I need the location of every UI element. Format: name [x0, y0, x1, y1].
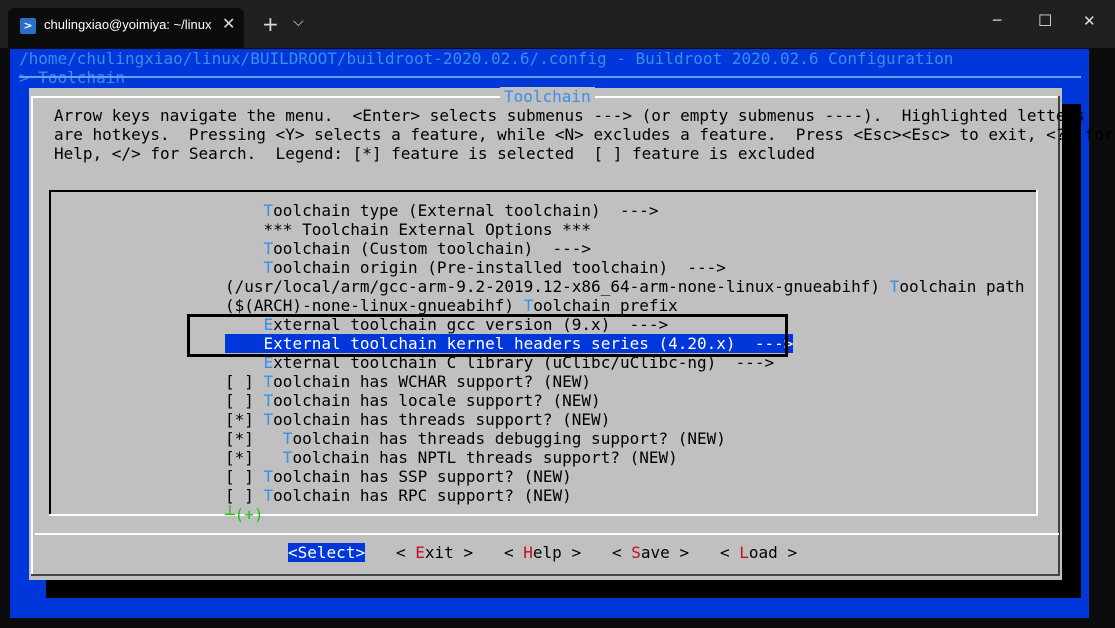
close-window-button[interactable]: ✕	[1083, 12, 1096, 30]
menu-item-label: oolchain has threads debugging support? …	[292, 429, 726, 448]
menu-item-hotkey: T	[263, 258, 274, 277]
menu-item-label: oolchain has RPC support? (NEW)	[273, 486, 572, 505]
menu-item-hotkey: T	[282, 429, 293, 448]
save-button[interactable]: < Save >	[612, 543, 689, 562]
dialog-border-left	[31, 96, 33, 576]
btn-post: oad >	[748, 543, 798, 562]
menu-item-hotkey: T	[889, 277, 900, 296]
btn-post: ave >	[640, 543, 690, 562]
dialog-border-right	[1058, 96, 1060, 576]
menu-border-left	[49, 190, 51, 516]
btn-post: elect>	[307, 543, 366, 562]
menu-item-hotkey: T	[263, 391, 274, 410]
menu-item[interactable]: ($(ARCH)-none-linux-gnueabihf) Toolchain…	[225, 296, 678, 315]
btn-pre: <	[720, 543, 740, 562]
menu-item-label: oolchain has SSP support? (NEW)	[273, 467, 572, 486]
menu-item[interactable]: [*] Toolchain has threads support? (NEW)	[225, 410, 610, 429]
menu-item[interactable]: [ ] Toolchain has RPC support? (NEW)	[225, 486, 572, 505]
menu-item-label: oolchain has NPTL threads support? (NEW)	[292, 448, 678, 467]
btn-pre: <	[288, 543, 298, 562]
menu-item-label: oolchain type (External toolchain) --->	[273, 201, 659, 220]
dialog-title: Toolchain	[500, 87, 595, 106]
help-line: Help, </> for Search. Legend: [*] featur…	[54, 144, 815, 163]
menu-item[interactable]: [*] Toolchain has threads debugging supp…	[225, 429, 726, 448]
config-path-header: /home/chulingxiao/linux/BUILDROOT/buildr…	[19, 49, 954, 68]
menu-item[interactable]: *** Toolchain External Options ***	[225, 220, 592, 239]
menu-item-prefix: [ ]	[225, 391, 264, 410]
menu-item-prefix: [ ]	[225, 467, 264, 486]
menu-item-label: oolchain has locale support? (NEW)	[273, 391, 601, 410]
menu-border-right	[1036, 190, 1038, 516]
menu-item[interactable]: Toolchain origin (Pre-installed toolchai…	[225, 258, 726, 277]
btn-post: elp >	[532, 543, 582, 562]
tab-title: chulingxiao@yoimiya: ~/linux	[44, 17, 212, 32]
menu-item-prefix: [*]	[225, 410, 264, 429]
btn-hotkey: S	[297, 543, 308, 562]
exit-button[interactable]: < Exit >	[396, 543, 473, 562]
menu-item-hotkey: T	[263, 239, 274, 258]
dialog-border-bottom	[31, 574, 1060, 576]
btn-pre: <	[396, 543, 416, 562]
menu-item-hotkey: T	[263, 372, 274, 391]
help-line: Arrow keys navigate the menu. <Enter> se…	[54, 106, 1085, 125]
menu-item-label: oolchain has WCHAR support? (NEW)	[273, 372, 592, 391]
btn-post: xit >	[424, 543, 474, 562]
annotation-highlight-box	[187, 314, 788, 357]
menu-item[interactable]: [ ] Toolchain has WCHAR support? (NEW)	[225, 372, 591, 391]
menu-item-hotkey: T	[263, 201, 274, 220]
menu-item-prefix: [ ]	[225, 372, 264, 391]
minimize-button[interactable]: ─	[993, 13, 1001, 29]
menu-item-label: oolchain prefix	[533, 296, 678, 315]
menu-item-label: oolchain (Custom toolchain) --->	[273, 239, 592, 258]
help-line: are hotkeys. Pressing <Y> selects a feat…	[54, 125, 1114, 144]
terminal-tab[interactable]: > chulingxiao@yoimiya: ~/linux ✕	[8, 8, 244, 48]
btn-hotkey: L	[739, 543, 749, 562]
menu-item[interactable]: [ ] Toolchain has locale support? (NEW)	[225, 391, 601, 410]
window-titlebar: > chulingxiao@yoimiya: ~/linux ✕ + ⌵ ─ ☐…	[0, 0, 1115, 48]
menu-item[interactable]: (/usr/local/arm/gcc-arm-9.2-2019.12-x86_…	[225, 277, 1025, 296]
button-separator	[35, 533, 1059, 535]
btn-pre: <	[504, 543, 524, 562]
tab-dropdown-icon[interactable]: ⌵	[293, 14, 304, 30]
more-items-indicator: ┴(+)	[225, 505, 264, 524]
menu-item-prefix	[225, 220, 264, 239]
load-button[interactable]: < Load >	[720, 543, 797, 562]
menu-item-hotkey: T	[263, 467, 274, 486]
menu-item-hotkey: T	[263, 486, 274, 505]
menu-item-label: *** Toolchain External Options ***	[263, 220, 592, 239]
select-button[interactable]: <Select>	[288, 543, 366, 562]
menu-item[interactable]: [ ] Toolchain has SSP support? (NEW)	[225, 467, 572, 486]
menu-item[interactable]: [*] Toolchain has NPTL threads support? …	[225, 448, 678, 467]
menu-item[interactable]: Toolchain type (External toolchain) --->	[225, 201, 659, 220]
menu-item-prefix: [*]	[225, 448, 283, 467]
menu-item-hotkey: T	[523, 296, 534, 315]
menu-item-label: oolchain origin (Pre-installed toolchain…	[273, 258, 726, 277]
btn-pre: <	[612, 543, 632, 562]
menu-border-top	[49, 190, 1038, 192]
menu-item-hotkey: T	[282, 448, 293, 467]
terminal-icon: >	[20, 18, 36, 34]
menu-item-prefix	[225, 258, 264, 277]
tab-close-icon[interactable]: ✕	[222, 14, 235, 33]
btn-hotkey: H	[523, 543, 533, 562]
menu-item-prefix	[225, 239, 264, 258]
help-button[interactable]: < Help >	[504, 543, 581, 562]
menu-item-prefix: (/usr/local/arm/gcc-arm-9.2-2019.12-x86_…	[225, 277, 890, 296]
menu-item[interactable]: Toolchain (Custom toolchain) --->	[225, 239, 592, 258]
btn-hotkey: E	[415, 543, 425, 562]
header-divider	[19, 76, 1081, 78]
menu-item-prefix: [ ]	[225, 486, 264, 505]
menu-item-prefix: [*]	[225, 429, 283, 448]
new-tab-button[interactable]: +	[262, 12, 279, 36]
menu-border-bottom	[49, 514, 1038, 516]
menu-item-prefix	[225, 201, 264, 220]
help-text: Arrow keys navigate the menu. <Enter> se…	[54, 106, 1114, 163]
btn-hotkey: S	[631, 543, 641, 562]
menu-item-hotkey: T	[263, 410, 274, 429]
menu-item-label: oolchain path	[899, 277, 1025, 296]
menu-item-label: oolchain has threads support? (NEW)	[273, 410, 611, 429]
menu-item-prefix: ($(ARCH)-none-linux-gnueabihf)	[225, 296, 524, 315]
maximize-button[interactable]: ☐	[1038, 11, 1052, 30]
